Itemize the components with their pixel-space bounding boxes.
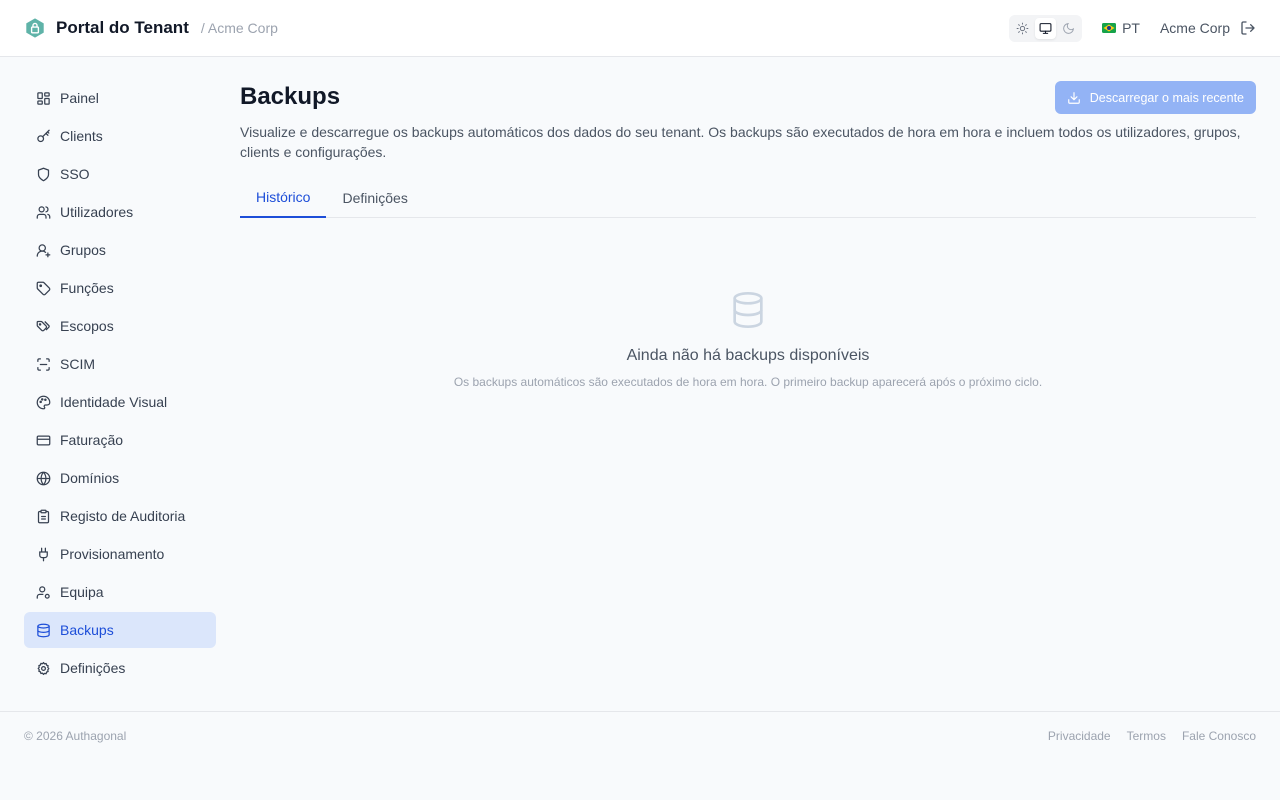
sidebar-item-label: Domínios xyxy=(60,470,120,486)
tab-historico[interactable]: Histórico xyxy=(240,184,327,218)
sidebar-item-label: Equipa xyxy=(60,584,104,600)
dashboard-icon xyxy=(37,91,50,105)
sidebar-item-label: Provisionamento xyxy=(60,546,165,562)
page-title: Backups xyxy=(240,83,341,110)
language-label: PT xyxy=(1122,20,1140,36)
footer-link-termos[interactable]: Termos xyxy=(1127,729,1166,743)
sidebar-item-provisionamento[interactable]: Provisionamento xyxy=(24,536,216,572)
footer-link-privacidade[interactable]: Privacidade xyxy=(1048,729,1111,743)
sidebar-item-label: Registo de Auditoria xyxy=(60,508,186,524)
breadcrumb: / Acme Corp xyxy=(200,20,278,36)
sidebar-item-label: Painel xyxy=(60,90,99,106)
sidebar: Painel Clients SSO Utilizadores Grupos F… xyxy=(24,80,216,688)
shield-icon xyxy=(37,167,50,181)
sidebar-item-label: Backups xyxy=(60,622,114,638)
sidebar-item-label: Clients xyxy=(60,128,103,144)
users-icon xyxy=(36,205,51,219)
logo-icon xyxy=(26,18,44,38)
database-icon xyxy=(733,292,763,329)
user-cog-icon xyxy=(36,585,50,599)
sidebar-item-utilizadores[interactable]: Utilizadores xyxy=(24,194,216,230)
sidebar-item-clients[interactable]: Clients xyxy=(24,118,216,154)
sidebar-item-label: SSO xyxy=(60,166,90,182)
logout-button[interactable] xyxy=(1240,20,1256,36)
tag-icon xyxy=(36,281,51,295)
palette-icon xyxy=(36,395,51,409)
moon-icon xyxy=(1063,22,1075,34)
sidebar-item-faturacao[interactable]: Faturação xyxy=(24,422,216,458)
theme-toggle xyxy=(1009,14,1083,42)
sidebar-item-backups[interactable]: Backups xyxy=(24,612,216,648)
brazil-flag-icon xyxy=(1102,23,1117,33)
theme-system-button[interactable] xyxy=(1035,17,1057,39)
app-title: Portal do Tenant xyxy=(56,18,189,37)
sidebar-item-dominios[interactable]: Domínios xyxy=(24,460,216,496)
download-button-label: Descarregar o mais recente xyxy=(1089,90,1244,105)
gear-icon xyxy=(37,661,50,675)
sidebar-item-label: Funções xyxy=(60,280,114,296)
sun-icon xyxy=(1016,22,1029,34)
empty-state-title: Ainda não há backups disponíveis xyxy=(626,347,870,364)
scan-icon xyxy=(37,357,50,371)
empty-state: Ainda não há backups disponíveis Os back… xyxy=(240,290,1256,389)
tags-icon xyxy=(36,320,50,331)
group-icon xyxy=(36,243,51,257)
language-selector[interactable]: PT xyxy=(1102,20,1140,36)
sidebar-item-label: Utilizadores xyxy=(60,204,134,220)
footer: © 2026 Authagonal Privacidade Termos Fal… xyxy=(0,711,1280,800)
main-content: Backups Descarregar o mais recente Visua… xyxy=(240,80,1256,389)
sidebar-item-equipa[interactable]: Equipa xyxy=(24,574,216,610)
footer-link-fale-conosco[interactable]: Fale Conosco xyxy=(1182,729,1256,743)
sidebar-item-definicoes[interactable]: Definições xyxy=(24,650,216,686)
key-icon xyxy=(37,129,50,142)
sidebar-item-escopos[interactable]: Escopos xyxy=(24,308,216,344)
plug-icon xyxy=(39,547,48,561)
sidebar-item-sso[interactable]: SSO xyxy=(24,156,216,192)
download-icon xyxy=(1067,91,1080,104)
sidebar-item-label: Faturação xyxy=(60,432,124,448)
sidebar-item-funcoes[interactable]: Funções xyxy=(24,270,216,306)
top-bar: Portal do Tenant / Acme Corp PT Acme Cor… xyxy=(0,0,1280,57)
monitor-icon xyxy=(1039,22,1052,34)
globe-icon xyxy=(36,471,51,485)
brand[interactable]: Portal do Tenant / Acme Corp xyxy=(24,17,278,39)
tab-definicoes[interactable]: Definições xyxy=(326,184,423,218)
sidebar-item-registo-de-auditoria[interactable]: Registo de Auditoria xyxy=(24,498,216,534)
copyright: © 2026 Authagonal xyxy=(24,729,127,743)
sidebar-item-grupos[interactable]: Grupos xyxy=(24,232,216,268)
sidebar-item-label: Identidade Visual xyxy=(60,394,168,410)
theme-light-button[interactable] xyxy=(1012,18,1033,39)
download-latest-button[interactable]: Descarregar o mais recente xyxy=(1054,81,1256,114)
clipboard-icon xyxy=(37,509,50,523)
tab-bar: Histórico Definições xyxy=(240,184,1256,218)
sidebar-item-painel[interactable]: Painel xyxy=(24,80,216,116)
tenant-name[interactable]: Acme Corp xyxy=(1160,20,1230,36)
sidebar-item-label: Grupos xyxy=(60,242,106,258)
credit-card-icon xyxy=(36,435,51,445)
database-icon xyxy=(37,623,50,637)
logout-icon xyxy=(1241,21,1255,35)
page-description: Visualize e descarregue os backups autom… xyxy=(240,124,1241,160)
footer-links: Privacidade Termos Fale Conosco xyxy=(1048,729,1256,743)
sidebar-item-identidade-visual[interactable]: Identidade Visual xyxy=(24,384,216,420)
sidebar-item-label: Escopos xyxy=(60,318,114,334)
empty-state-subtitle: Os backups automáticos são executados de… xyxy=(453,375,1043,389)
sidebar-item-label: Definições xyxy=(60,660,126,676)
sidebar-item-label: SCIM xyxy=(60,356,95,372)
theme-dark-button[interactable] xyxy=(1058,18,1079,39)
sidebar-item-scim[interactable]: SCIM xyxy=(24,346,216,382)
